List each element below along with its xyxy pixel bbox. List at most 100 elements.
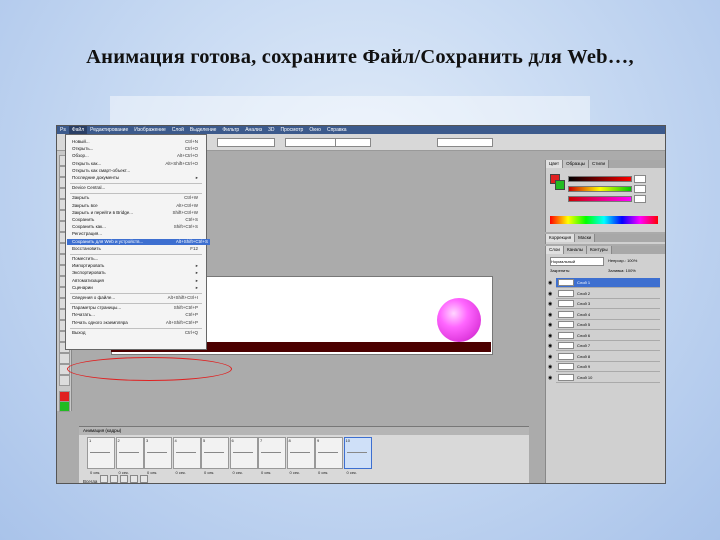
frame-delay[interactable]: 0 сек.	[90, 470, 100, 475]
menu-item-7[interactable]: Анализ	[242, 126, 265, 134]
menu-item-4[interactable]: Слой	[169, 126, 187, 134]
blend-mode-select[interactable]: Нормальный	[550, 257, 604, 266]
animation-frame[interactable]: 4 0 сек.	[172, 437, 201, 475]
file-menu-item[interactable]: Закрыть все Alt+Ctrl+W	[72, 203, 200, 209]
panel-tab[interactable]: Слои	[546, 246, 564, 254]
file-menu-item[interactable]: Device Central...	[72, 185, 200, 191]
frame-delay[interactable]: 0 сек.	[147, 470, 157, 475]
file-menu-item[interactable]: Автоматизация ▸	[72, 278, 200, 284]
animation-frame[interactable]: 8 0 сек.	[286, 437, 315, 475]
eye-icon[interactable]: ◉	[548, 280, 554, 286]
red-slider[interactable]	[568, 176, 632, 182]
menu-item-1[interactable]: Файл	[68, 126, 88, 134]
eye-icon[interactable]: ◉	[548, 291, 554, 297]
panel-tab[interactable]: Образцы	[563, 160, 590, 168]
play-icon[interactable]	[119, 475, 128, 483]
first-frame-icon[interactable]	[99, 475, 108, 483]
file-menu-item[interactable]: Закрыть и перейти в Bridge... Shift+Ctrl+…	[72, 210, 200, 216]
eye-icon[interactable]: ◉	[548, 364, 554, 370]
panel-tab[interactable]: Контуры	[586, 246, 612, 254]
file-menu-item[interactable]: Сохранить для Web и устройств... Alt+Shif…	[67, 238, 210, 245]
panel-tab[interactable]: Коррекция	[546, 234, 576, 242]
animation-frame[interactable]: 5 0 сек.	[201, 437, 229, 475]
frame-delay[interactable]: 0 сек.	[233, 470, 243, 475]
frame-delay[interactable]: 0 сек.	[290, 470, 300, 475]
frame-delay[interactable]: 0 сек.	[176, 470, 186, 475]
animation-frame[interactable]: 3 0 сек.	[144, 437, 172, 475]
menu-item-11[interactable]: Справка	[324, 126, 350, 134]
file-menu-item[interactable]: Сохранить Ctrl+S	[72, 217, 200, 223]
layer-row[interactable]: Слой 4	[556, 310, 660, 320]
layer-row[interactable]: Слой 2	[556, 289, 660, 299]
green-value[interactable]	[634, 185, 646, 193]
file-menu-item[interactable]: Восстановить F12	[72, 246, 200, 252]
tween-icon[interactable]	[139, 475, 148, 483]
file-menu-item[interactable]: Сведения о файле... Alt+Shift+Ctrl+I	[72, 295, 200, 301]
options-mode-field[interactable]	[437, 138, 493, 147]
previous-frame-icon[interactable]	[109, 475, 118, 483]
options-button-2[interactable]	[335, 138, 371, 147]
menu-item-3[interactable]: Изображение	[131, 126, 169, 134]
menu-item-10[interactable]: Окно	[306, 126, 324, 134]
eye-icon[interactable]: ◉	[548, 312, 554, 318]
file-menu-item[interactable]: Регистрация...	[72, 231, 200, 237]
file-menu-item[interactable]: Открыть... Ctrl+O	[72, 146, 200, 152]
green-slider[interactable]	[568, 186, 632, 192]
layer-row[interactable]: Слой 1	[556, 278, 660, 288]
menu-item-8[interactable]: 3D	[265, 126, 277, 134]
file-menu-item[interactable]: Открыть как смарт-объект...	[72, 168, 200, 174]
file-menu-item[interactable]: Выход Ctrl+Q	[72, 330, 200, 336]
file-menu-item[interactable]: Последние документы ▸	[72, 175, 200, 181]
eye-icon[interactable]: ◉	[548, 343, 554, 349]
menu-item-9[interactable]: Просмотр	[278, 126, 307, 134]
layer-row[interactable]: Слой 8	[556, 352, 660, 362]
layer-row[interactable]: Слой 10	[556, 373, 660, 383]
background-swatch[interactable]	[555, 180, 565, 190]
eye-icon[interactable]: ◉	[548, 333, 554, 339]
file-menu-item[interactable]: Импортировать ▸	[72, 263, 200, 269]
frame-delay[interactable]: 0 сек.	[347, 470, 357, 475]
file-menu-item[interactable]: Обзор... Alt+Ctrl+O	[72, 153, 200, 159]
panel-tab[interactable]: Каналы	[563, 246, 587, 254]
animation-frame[interactable]: 10 0 сек.	[343, 437, 372, 475]
animation-frame[interactable]: 6 0 сек.	[229, 437, 258, 475]
loop-select[interactable]: Всегда	[83, 475, 149, 483]
red-value[interactable]	[634, 175, 646, 183]
layer-row[interactable]: Слой 5	[556, 320, 660, 330]
menu-item-5[interactable]: Выделение	[187, 126, 220, 134]
layer-row[interactable]: Слой 3	[556, 299, 660, 309]
layer-row[interactable]: Слой 9	[556, 362, 660, 372]
file-menu-item[interactable]: Параметры страницы... Shift+Ctrl+P	[72, 305, 200, 311]
file-menu-item[interactable]: Поместить...	[72, 256, 200, 262]
fill-field[interactable]: Заливка: 100%	[608, 267, 636, 274]
layer-row[interactable]: Слой 6	[556, 331, 660, 341]
blue-value[interactable]	[634, 195, 646, 203]
panel-tab[interactable]: Стили	[589, 160, 609, 168]
eye-icon[interactable]: ◉	[548, 375, 554, 381]
panel-tab[interactable]: Маски	[575, 234, 596, 242]
3d-rotate-tool-icon[interactable]	[59, 353, 70, 364]
layer-row[interactable]: Слой 7	[556, 341, 660, 351]
eye-icon[interactable]: ◉	[548, 354, 554, 360]
options-button-1[interactable]	[285, 138, 337, 147]
frame-delay[interactable]: 0 сек.	[261, 470, 271, 475]
menu-item-6[interactable]: Фильтр	[219, 126, 242, 134]
file-menu-item[interactable]: Сохранить как... Shift+Ctrl+S	[72, 224, 200, 230]
zoom-tool-icon[interactable]	[59, 375, 70, 386]
eye-icon[interactable]: ◉	[548, 322, 554, 328]
frame-delay[interactable]: 0 сек.	[204, 470, 214, 475]
animation-frame[interactable]: 9 0 сек.	[315, 437, 343, 475]
next-frame-icon[interactable]	[129, 475, 138, 483]
menu-item-0[interactable]: Ps	[57, 126, 69, 134]
menu-item-2[interactable]: Редактирование	[87, 126, 131, 134]
eye-icon[interactable]: ◉	[548, 301, 554, 307]
file-menu-item[interactable]: Печатать... Ctrl+P	[72, 312, 200, 318]
file-menu-item[interactable]: Сценарии ▸	[72, 285, 200, 291]
animation-frame[interactable]: 2 0 сек.	[115, 437, 144, 475]
frame-delay[interactable]: 0 сек.	[119, 470, 129, 475]
frame-delay[interactable]: 0 сек.	[318, 470, 328, 475]
spectrum-bar[interactable]	[550, 216, 658, 224]
background-color-icon[interactable]	[59, 401, 70, 412]
file-menu-item[interactable]: Открыть как... Alt+Shift+Ctrl+O	[72, 161, 200, 167]
animation-frame[interactable]: 1 0 сек.	[87, 437, 115, 475]
